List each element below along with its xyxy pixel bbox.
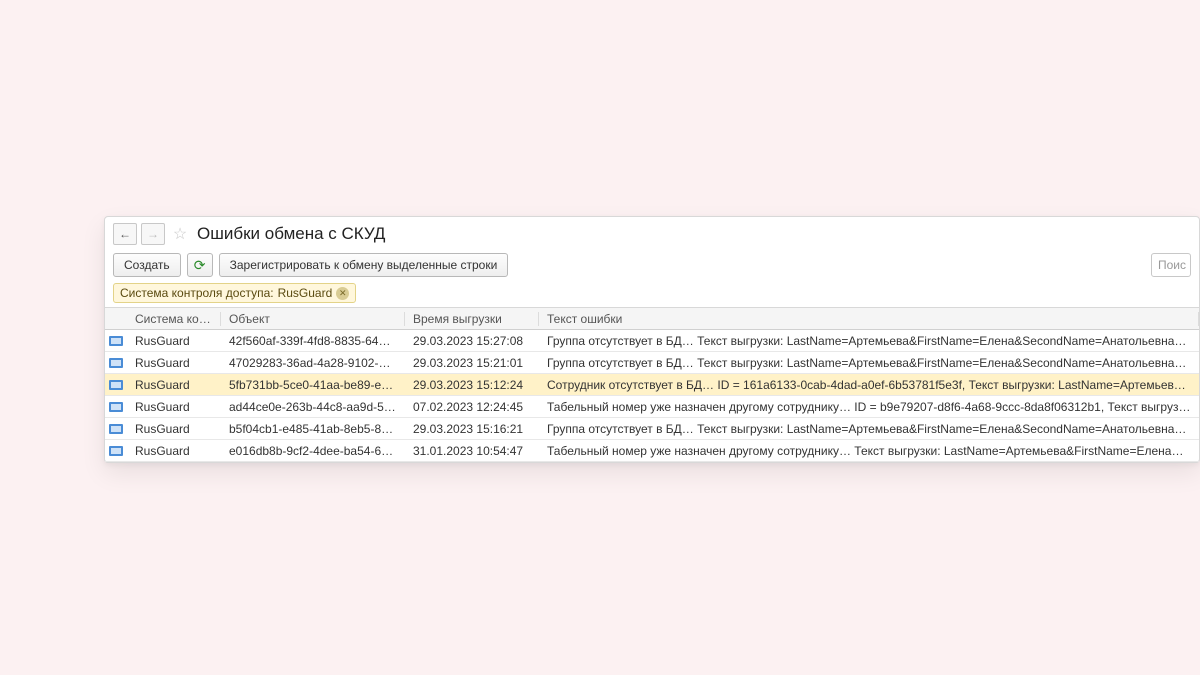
toolbar: Создать ⟳ Зарегистрировать к обмену выде… [105,249,1199,283]
col-error[interactable]: Текст ошибки [539,312,1199,326]
favorite-star-icon[interactable]: ☆ [169,224,191,244]
table-row[interactable]: RusGuardad44ce0e-263b-44c8-aa9d-5495332c… [105,396,1199,418]
data-grid: Система контро…↓ Объект Время выгрузки Т… [105,307,1199,462]
cell-system: RusGuard [127,356,221,370]
cell-error: Сотрудник отсутствует в БД… ID = 161a613… [539,378,1199,392]
nav-forward-button[interactable]: → [141,223,165,245]
search-input[interactable]: Поис [1151,253,1191,277]
cell-system: RusGuard [127,422,221,436]
search-placeholder: Поис [1158,258,1186,272]
cell-object: 5fb731bb-5ce0-41aa-be89-ead76bf55… [221,378,405,392]
filter-bar: Система контроля доступа: RusGuard ✕ [113,283,1191,303]
register-button[interactable]: Зарегистрировать к обмену выделенные стр… [219,253,509,277]
window: ← → ☆ Ошибки обмена с СКУД Создать ⟳ Зар… [104,216,1200,463]
cell-time: 29.03.2023 15:27:08 [405,334,539,348]
cell-time: 29.03.2023 15:16:21 [405,422,539,436]
cell-system: RusGuard [127,444,221,458]
filter-label: Система контроля доступа: [120,286,274,300]
cell-object: 47029283-36ad-4a28-9102-2d0b85b8… [221,356,405,370]
row-type-icon [105,446,127,456]
filter-clear-icon[interactable]: ✕ [336,287,349,300]
cell-object: b5f04cb1-e485-41ab-8eb5-80f027df29… [221,422,405,436]
filter-value: RusGuard [278,286,333,300]
cell-error: Табельный номер уже назначен другому сот… [539,400,1199,414]
titlebar: ← → ☆ Ошибки обмена с СКУД [105,217,1199,249]
cell-system: RusGuard [127,378,221,392]
table-row[interactable]: RusGuard42f560af-339f-4fd8-8835-64a2e339… [105,330,1199,352]
refresh-icon: ⟳ [194,257,206,274]
table-row[interactable]: RusGuard5fb731bb-5ce0-41aa-be89-ead76bf5… [105,374,1199,396]
cell-time: 29.03.2023 15:12:24 [405,378,539,392]
row-type-icon [105,380,127,390]
filter-tag[interactable]: Система контроля доступа: RusGuard ✕ [113,283,356,303]
grid-body: RusGuard42f560af-339f-4fd8-8835-64a2e339… [105,330,1199,462]
row-type-icon [105,336,127,346]
page-title: Ошибки обмена с СКУД [197,224,385,244]
cell-error: Табельный номер уже назначен другому сот… [539,444,1199,458]
col-system[interactable]: Система контро…↓ [127,312,221,326]
row-type-icon [105,402,127,412]
cell-error: Группа отсутствует в БД… Текст выгрузки:… [539,334,1199,348]
table-row[interactable]: RusGuardb5f04cb1-e485-41ab-8eb5-80f027df… [105,418,1199,440]
cell-system: RusGuard [127,334,221,348]
arrow-right-icon: → [147,227,159,241]
cell-object: e016db8b-9cf2-4dee-ba54-6c281df1b… [221,444,405,458]
arrow-left-icon: ← [119,227,131,241]
col-time[interactable]: Время выгрузки [405,312,539,326]
create-button[interactable]: Создать [113,253,181,277]
grid-header: Система контро…↓ Объект Время выгрузки Т… [105,308,1199,330]
cell-system: RusGuard [127,400,221,414]
cell-error: Группа отсутствует в БД… Текст выгрузки:… [539,356,1199,370]
cell-time: 07.02.2023 12:24:45 [405,400,539,414]
nav-back-button[interactable]: ← [113,223,137,245]
cell-object: 42f560af-339f-4fd8-8835-64a2e33999f5 [221,334,405,348]
row-type-icon [105,424,127,434]
cell-object: ad44ce0e-263b-44c8-aa9d-5495332c… [221,400,405,414]
cell-error: Группа отсутствует в БД… Текст выгрузки:… [539,422,1199,436]
col-object[interactable]: Объект [221,312,405,326]
refresh-button[interactable]: ⟳ [187,253,213,277]
table-row[interactable]: RusGuard47029283-36ad-4a28-9102-2d0b85b8… [105,352,1199,374]
table-row[interactable]: RusGuarde016db8b-9cf2-4dee-ba54-6c281df1… [105,440,1199,462]
cell-time: 31.01.2023 10:54:47 [405,444,539,458]
row-type-icon [105,358,127,368]
cell-time: 29.03.2023 15:21:01 [405,356,539,370]
